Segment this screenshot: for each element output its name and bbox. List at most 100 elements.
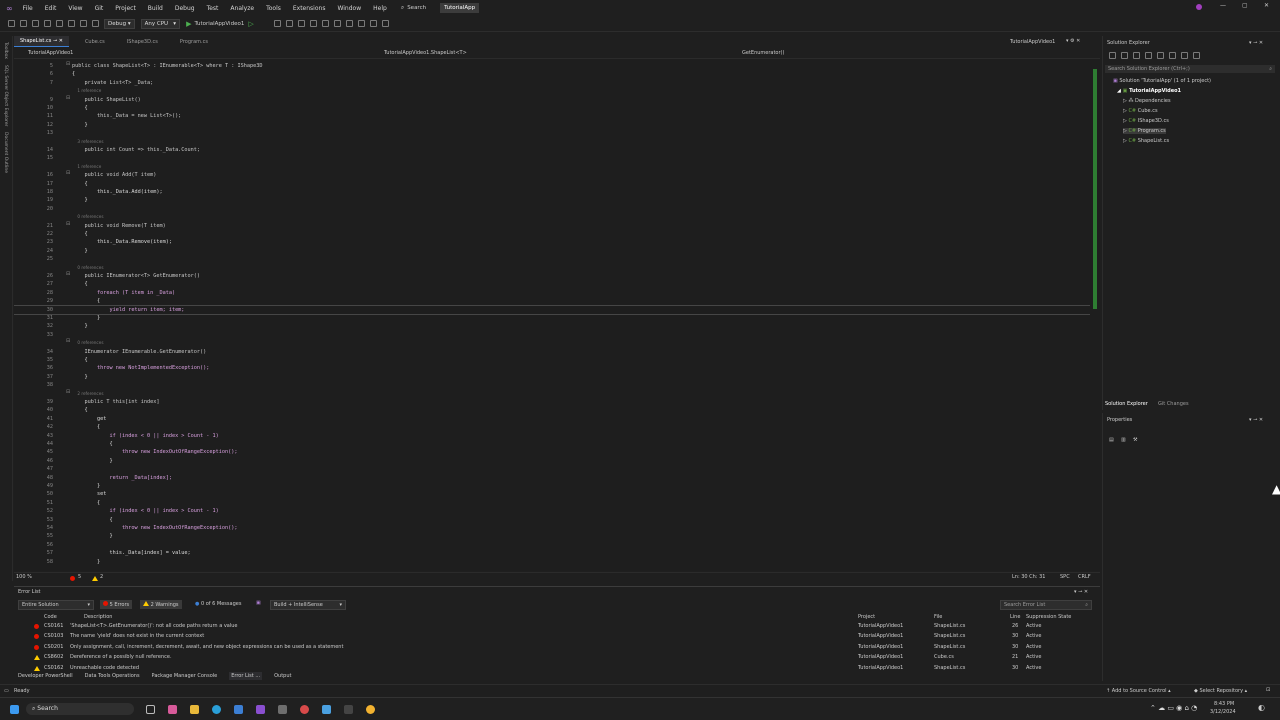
error-row[interactable]: CS0201 Only assignment, call, increment, … [14, 642, 1100, 652]
tab-shapelist[interactable]: ShapeList.cs ⊸ ✕ [14, 36, 69, 47]
whitespace-mode[interactable]: SPC [1060, 574, 1070, 580]
close-tab-icon[interactable]: ✕ [59, 38, 63, 44]
home-icon[interactable] [1109, 52, 1116, 59]
sync-icon[interactable] [1121, 52, 1128, 59]
collapse-icon[interactable]: ⊟ [66, 221, 70, 227]
collapse-icon[interactable]: ⊟ [66, 95, 70, 101]
app-icon[interactable] [300, 705, 309, 714]
tab-package-manager[interactable]: Package Manager Console [152, 673, 218, 679]
menu-view[interactable]: View [68, 5, 82, 12]
cursor-position[interactable]: Ln: 30 Ch: 31 [1012, 574, 1045, 580]
codelens-references[interactable]: 0 references [72, 339, 103, 347]
title-search[interactable]: Search [407, 5, 426, 11]
menu-edit[interactable]: Edit [45, 5, 57, 12]
collapse-icon[interactable]: ⊟ [66, 389, 70, 395]
menu-git[interactable]: Git [95, 5, 104, 12]
tool-icon[interactable] [345, 20, 353, 27]
copilot-icon[interactable] [168, 705, 177, 714]
error-row[interactable]: CS0103 The name 'yield' does not exist in… [14, 631, 1100, 641]
se-item[interactable]: ▷ C# ShapeList.cs [1123, 138, 1169, 144]
scope-select[interactable]: Entire Solution ▾ [18, 600, 94, 610]
error-row[interactable]: CS8602 Dereference of a possibly null ref… [14, 652, 1100, 662]
editor-scrollbar[interactable] [1090, 59, 1100, 571]
se-item[interactable]: ▷ C# Program.cs [1123, 128, 1166, 134]
categorized-icon[interactable]: ▤ [1109, 437, 1114, 443]
redo-icon[interactable] [92, 20, 99, 27]
wrench-icon[interactable]: ⚒ [1133, 437, 1137, 443]
menu-analyze[interactable]: Analyze [230, 5, 254, 12]
pin-icon[interactable]: ⊸ [53, 38, 57, 44]
tab-data-tools[interactable]: Data Tools Operations [85, 673, 140, 679]
nav-project-select[interactable]: TutorialAppVideo1 [28, 50, 73, 56]
menu-build[interactable]: Build [148, 5, 163, 12]
menu-extensions[interactable]: Extensions [293, 5, 326, 12]
account-icon[interactable] [1196, 4, 1202, 10]
error-count[interactable]: 5 [78, 574, 81, 580]
notifications-icon[interactable]: ⊡ [1266, 687, 1270, 693]
tool-icon[interactable] [381, 20, 389, 27]
tool-icon[interactable] [333, 20, 341, 27]
sql-explorer-tab[interactable]: SQL Server Object Explorer [3, 65, 8, 126]
tab-program[interactable]: Program.cs [174, 36, 214, 47]
vs-logo-icon[interactable]: ∞ [6, 4, 13, 13]
preview-icon[interactable] [1181, 52, 1188, 59]
store-icon[interactable] [234, 705, 243, 714]
error-search-input[interactable]: Search Error List ⌕ [1000, 600, 1092, 610]
collapse-icon[interactable] [1145, 52, 1152, 59]
open-icon[interactable] [44, 20, 51, 27]
refresh-icon[interactable] [1133, 52, 1140, 59]
bookmark-icon[interactable] [369, 20, 377, 27]
menu-tools[interactable]: Tools [266, 5, 281, 12]
maximize-icon[interactable]: ▢ [1242, 2, 1248, 9]
clock-time[interactable]: 8:43 PM [1214, 701, 1234, 707]
platform-select[interactable]: Any CPU ▾ [140, 18, 181, 29]
tray-icons[interactable]: ⌃ ☁ ▭ ◉ ⌂ ◔ [1150, 704, 1197, 712]
file-explorer-icon[interactable] [190, 705, 199, 714]
collapse-icon[interactable]: ⊟ [66, 170, 70, 176]
toolbox-tab[interactable]: Toolbox [3, 42, 8, 59]
tool-icon[interactable] [273, 20, 281, 27]
messages-filter-button[interactable]: ● 0 of 6 Messages [192, 600, 244, 608]
select-repository[interactable]: ◆ Select Repository ▴ [1194, 688, 1247, 694]
edge-icon[interactable] [212, 705, 221, 714]
run-target-button[interactable]: TutorialAppVideo1 [194, 21, 244, 27]
codelens-references[interactable]: 2 references [72, 390, 103, 398]
clock-date[interactable]: 3/12/2024 [1210, 709, 1236, 715]
visual-studio-icon[interactable] [256, 705, 265, 714]
se-item[interactable]: ▷ ⁂ Dependencies [1123, 98, 1171, 104]
tool-icon[interactable] [285, 20, 293, 27]
code-editor[interactable]: 5 public class ShapeList<T> : IEnumerable… [14, 59, 1100, 571]
se-item[interactable]: ▷ C# IShape3D.cs [1123, 118, 1169, 124]
back-icon[interactable] [8, 20, 15, 27]
panel-controls-icon[interactable]: ▾ ⊸ ✕ [1249, 40, 1263, 46]
codelens-references[interactable]: 0 references [72, 264, 103, 272]
nav-type-select[interactable]: TutorialAppVideo1.ShapeList<T> [384, 50, 467, 56]
nav-member-select[interactable]: GetEnumerator() [742, 50, 784, 56]
menu-test[interactable]: Test [207, 5, 219, 12]
forward-icon[interactable] [20, 20, 27, 27]
windows-start-icon[interactable] [10, 705, 19, 714]
alphabetical-icon[interactable]: ▥ [1121, 437, 1126, 443]
tab-overflow-icon[interactable]: ▾ ⚙ ✕ [1066, 38, 1080, 44]
search-icon[interactable]: ⌕ [401, 4, 404, 12]
se-search-input[interactable]: Search Solution Explorer (Ctrl+;) ⌕ [1105, 65, 1275, 73]
tab-cube[interactable]: Cube.cs [79, 36, 111, 47]
codelens-references[interactable]: 0 references [72, 213, 103, 221]
notepad-icon[interactable] [322, 705, 331, 714]
taskbar-search[interactable]: ⌕ Search [26, 703, 134, 715]
codelens-references[interactable]: 1 reference [72, 163, 101, 171]
chrome-icon[interactable] [366, 705, 375, 714]
tool-icon[interactable] [321, 20, 329, 27]
collapse-icon[interactable]: ⊟ [66, 271, 70, 277]
codelens-references[interactable]: 1 reference [72, 87, 101, 95]
collapse-icon[interactable]: ⊟ [66, 61, 70, 67]
terminal-icon[interactable] [344, 705, 353, 714]
zoom-level[interactable]: 100 % [16, 574, 32, 580]
panel-controls-icon[interactable]: ▾ ⊸ ✕ [1074, 589, 1088, 595]
warnings-filter-button[interactable]: 2 Warnings [140, 600, 182, 609]
tool-icon[interactable] [309, 20, 317, 27]
error-row[interactable]: CS0161 'ShapeList<T>.GetEnumerator()': no… [14, 621, 1100, 631]
menu-debug[interactable]: Debug [175, 5, 195, 12]
add-source-control[interactable]: ↑ Add to Source Control ▴ [1106, 688, 1171, 694]
settings-icon[interactable] [1193, 52, 1200, 59]
